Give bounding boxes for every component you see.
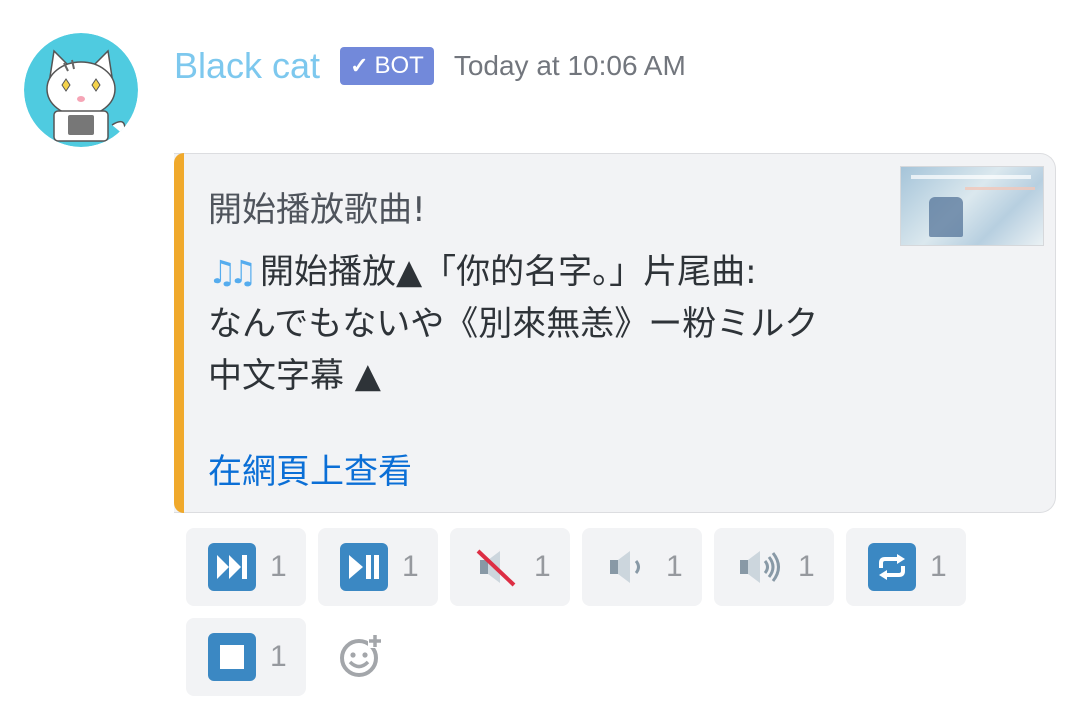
reaction-repeat[interactable]: 1 [846, 528, 966, 606]
muted-speaker-icon [472, 543, 520, 591]
bot-tag-label: BOT [374, 52, 424, 79]
play-pause-icon [340, 543, 388, 591]
avatar[interactable] [24, 33, 138, 147]
reaction-next-track[interactable]: 1 [186, 528, 306, 606]
reaction-stop[interactable]: 1 [186, 618, 306, 696]
bot-tag: ✓ BOT [340, 47, 434, 85]
thumbnail-caption-decoration [911, 175, 1031, 179]
checkmark-icon: ✓ [350, 53, 369, 78]
message-header: Black cat ✓ BOT Today at 10:06 AM [174, 42, 686, 90]
embed-description-line: なんでもないや《別來無恙》ー粉ミルク [208, 304, 819, 344]
reaction-count: 1 [930, 550, 947, 583]
embed-description: ♫♫ 開始播放▲「你的名字。」片尾曲: なんでもないや《別來無恙》ー粉ミルク 中文… [208, 246, 898, 402]
thumbnail-figure [929, 197, 963, 237]
username[interactable]: Black cat [174, 45, 320, 87]
timestamp: Today at 10:06 AM [453, 50, 686, 81]
reaction-count: 1 [666, 550, 683, 583]
reaction-count: 1 [270, 550, 287, 583]
embed-description-line: 中文字幕 ▲ [208, 356, 381, 396]
reaction-count: 1 [798, 550, 815, 583]
speaker-low-volume-icon [604, 543, 652, 591]
speaker-high-volume-icon [736, 543, 784, 591]
repeat-icon [868, 543, 916, 591]
reaction-volume-up[interactable]: 1 [714, 528, 834, 606]
thumbnail-caption-decoration [965, 187, 1035, 190]
embed-description-line: ♫♫ 開始播放▲「你的名字。」片尾曲: [208, 246, 898, 298]
next-track-icon [208, 543, 256, 591]
view-on-web-link[interactable]: 在網頁上查看 [208, 444, 412, 493]
add-reaction-button[interactable] [332, 626, 392, 686]
embed-accent-bar [174, 153, 184, 513]
embed-title: 開始播放歌曲! [208, 190, 426, 230]
musical-notes-icon: ♫♫ [208, 253, 257, 291]
reaction-count: 1 [402, 550, 419, 583]
reaction-play-pause[interactable]: 1 [318, 528, 438, 606]
stop-icon [208, 633, 256, 681]
reaction-count: 1 [534, 550, 551, 583]
add-reaction-icon [340, 634, 382, 677]
cat-avatar-icon [24, 33, 138, 147]
reaction-mute[interactable]: 1 [450, 528, 570, 606]
reaction-volume-down[interactable]: 1 [582, 528, 702, 606]
embed-thumbnail[interactable] [900, 166, 1044, 246]
reaction-count: 1 [270, 640, 287, 673]
